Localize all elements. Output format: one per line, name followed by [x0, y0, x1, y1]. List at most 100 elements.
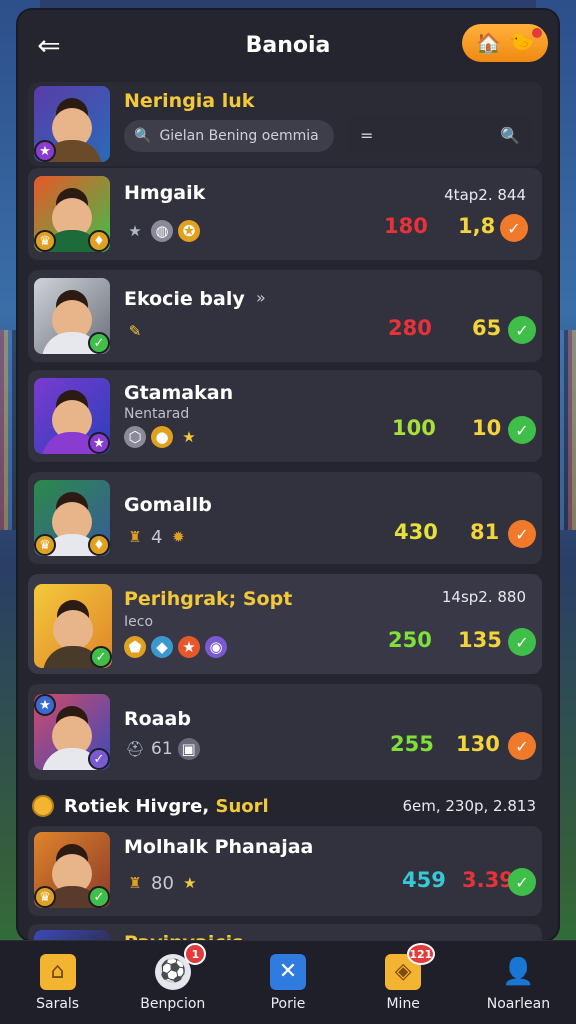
- player-name: Roaab: [124, 708, 191, 730]
- list-item[interactable]: ✓ Ekocie baly » ✎ 280 65 ✓: [28, 270, 542, 362]
- rank-badge-icon: ★: [34, 140, 56, 162]
- nav-label: Sarals: [36, 995, 80, 1012]
- player-name: Hmgaik: [124, 182, 206, 204]
- status-check-icon[interactable]: ✓: [508, 520, 536, 548]
- list-item[interactable]: ♛ ✓ Molhalk Phanajaa ♜ 80 ★ 459 3.39 ✓: [28, 826, 542, 916]
- section-header: Rotiek Hivgre, Suorl 6em, 230p, 2.813: [28, 786, 542, 826]
- status-check-icon[interactable]: ✓: [508, 416, 536, 444]
- rank-badge-icon: ♛: [34, 230, 56, 252]
- page-title: Banoia: [245, 32, 331, 58]
- star-icon: ★: [178, 636, 200, 658]
- chest-icon: ▣: [177, 738, 200, 760]
- star-icon: ★: [183, 874, 197, 892]
- status-check-icon[interactable]: ✓: [508, 628, 536, 656]
- list-item[interactable]: ✓ Perihgrak; Sopt 14sp2. 880 Ieco ⬟ ◆ ★ …: [28, 574, 542, 674]
- emote-icon: »: [256, 288, 266, 307]
- score-primary: 280: [388, 316, 432, 340]
- verified-badge-icon: ✓: [88, 332, 110, 354]
- house-icon[interactable]: 🏠: [476, 31, 501, 55]
- section-title-highlight: Suorl: [215, 795, 269, 817]
- avatar: ★ ✓: [34, 694, 110, 770]
- section-stats: 6em, 230p, 2.813: [402, 797, 536, 815]
- section-title: Rotiek Hivgre, Suorl: [64, 796, 269, 817]
- status-check-icon[interactable]: ✓: [508, 868, 536, 896]
- avatar: ♛ ✓: [34, 832, 110, 908]
- badge-count: 4: [151, 526, 163, 548]
- badge-row: ★ ◍ ✪: [124, 220, 200, 242]
- status-check-icon[interactable]: ✓: [508, 316, 536, 344]
- gear-icon: ✹: [172, 528, 185, 546]
- nav-item-sarals[interactable]: ⌂ Sarals: [0, 941, 115, 1024]
- header-actions[interactable]: 🏠 🐤: [462, 24, 548, 62]
- user-icon: 👤: [502, 956, 535, 987]
- orb-icon: ◉: [205, 636, 227, 658]
- player-name: Molhalk Phanajaa: [124, 836, 314, 858]
- player-name: Gomallb: [124, 494, 212, 516]
- score-secondary: 135: [458, 628, 502, 652]
- rank-badge-icon: ♛: [34, 534, 56, 556]
- featured-card: ★ Neringia luk 🔍 Gielan Bening oemmia = …: [28, 82, 542, 166]
- nav-item-noarlean[interactable]: 👤 Noarlean: [461, 941, 576, 1024]
- level-badge-icon: ♦: [88, 230, 110, 252]
- rank-badge-icon: ★: [34, 694, 56, 716]
- avatar[interactable]: ★: [34, 86, 110, 162]
- player-name: Gtamakan: [124, 382, 234, 404]
- avatar: [34, 930, 110, 940]
- notification-dot: [532, 28, 542, 38]
- score-secondary: 81: [470, 520, 500, 544]
- filter-search-field[interactable]: = 🔍: [346, 116, 534, 154]
- list-item[interactable]: ★ ✓ Roaab ⛑ 61 ▣ 255 130 ✓: [28, 684, 542, 780]
- list-item[interactable]: ★ Gtamakan Nentarad ⬡ ● ★ 100 10 ✓: [28, 370, 542, 462]
- score-secondary: 1,8: [458, 214, 496, 238]
- search-icon: 🔍: [134, 128, 152, 144]
- player-subtitle: Nentarad: [124, 406, 190, 422]
- avatar: ✓: [34, 278, 110, 354]
- home-icon: ⌂: [39, 953, 76, 990]
- score-primary: 250: [388, 628, 432, 652]
- avatar: ♛ ♦: [34, 480, 110, 556]
- score-primary: 459: [402, 868, 446, 892]
- nav-label: Mine: [386, 995, 420, 1012]
- helmet-icon: ⛑: [125, 740, 145, 758]
- badge-count: 61: [151, 739, 173, 759]
- badge-row: ♜ 4 ✹: [124, 526, 189, 548]
- trophy-icon: ♜: [128, 874, 142, 892]
- player-subtitle: Ieco: [124, 614, 154, 630]
- list-item[interactable]: Pavinyaicis: [28, 924, 542, 940]
- player-name: Pavinyaicis: [124, 932, 243, 940]
- filter-value: =: [360, 125, 374, 145]
- verified-badge-icon: ✓: [90, 646, 112, 668]
- nav-item-mine[interactable]: ◈ 121 Mine: [346, 941, 461, 1024]
- trophy-icon: ♜: [128, 528, 142, 546]
- rank-badge-icon: ♛: [34, 886, 56, 908]
- list-item[interactable]: ♛ ♦ Gomallb ♜ 4 ✹ 430 81 ✓: [28, 472, 542, 564]
- coin-icon: ●: [151, 426, 173, 448]
- player-stat: 4tap2. 844: [444, 186, 526, 204]
- notification-badge: 121: [406, 943, 435, 965]
- featured-name: Neringia luk: [124, 90, 255, 112]
- nav-item-porie[interactable]: ✕ Porie: [230, 941, 345, 1024]
- level-badge-icon: ♦: [88, 534, 110, 556]
- star-icon: ★: [128, 222, 142, 240]
- avatar-face: [53, 610, 93, 650]
- leaderboard-panel: ⇐ Banoia 🏠 🐤 ★ Neringia luk 🔍 Gielan Ben…: [18, 10, 558, 940]
- list-item[interactable]: ♛ ♦ Hmgaik 4tap2. 844 ★ ◍ ✪ 180 1,8 ✓: [28, 168, 542, 260]
- nav-label: Noarlean: [486, 995, 551, 1012]
- badge-row: ⬟ ◆ ★ ◉: [124, 636, 227, 658]
- nav-item-benpcion[interactable]: ⚽ 1 Benpcion: [115, 941, 230, 1024]
- feather-icon: ✎: [128, 322, 142, 340]
- gem-icon: ◆: [151, 636, 173, 658]
- notification-badge: 1: [184, 943, 207, 965]
- player-name: Ekocie baly: [124, 288, 245, 310]
- status-check-icon[interactable]: ✓: [508, 732, 536, 760]
- search-icon[interactable]: 🔍: [500, 126, 520, 145]
- score-secondary: 65: [472, 316, 502, 340]
- score-primary: 100: [392, 416, 436, 440]
- badge-row: ✎: [124, 320, 146, 342]
- chick-icon[interactable]: 🐤: [509, 31, 534, 55]
- back-arrow-icon[interactable]: ⇐: [32, 28, 66, 62]
- cross-icon: ✕: [270, 953, 306, 990]
- player-stat: 14sp2. 880: [441, 588, 526, 606]
- search-input[interactable]: 🔍 Gielan Bening oemmia: [124, 120, 334, 152]
- status-check-icon[interactable]: ✓: [500, 214, 528, 242]
